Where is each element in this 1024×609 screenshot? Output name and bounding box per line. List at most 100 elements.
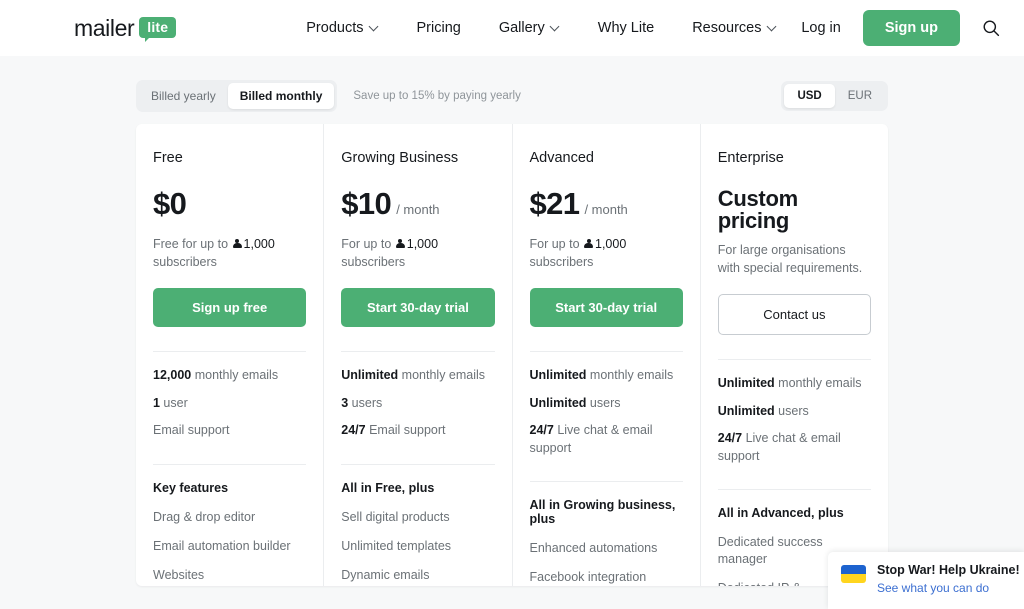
sub-suffix: subscribers	[529, 255, 594, 270]
search-icon[interactable]	[982, 19, 1000, 37]
plan-price-period: / month	[396, 202, 440, 217]
sub-prefix: Free for up to	[153, 237, 232, 251]
nav-item-why-lite[interactable]: Why Lite	[598, 20, 654, 36]
plan-price-row: $21 / month	[530, 188, 683, 226]
login-link[interactable]: Log in	[801, 20, 841, 36]
spec-strong: 1	[153, 395, 160, 410]
chevron-down-icon	[551, 22, 560, 31]
feature-item: Enhanced automations	[529, 541, 658, 556]
plan-price: Custom pricing	[717, 186, 798, 233]
spec-item: Unlimited monthly emails	[718, 375, 871, 393]
person-icon	[584, 239, 593, 249]
plan-price-row: $0	[153, 188, 306, 226]
sub-count: 1,000	[406, 237, 439, 251]
spec-strong: 12,000	[153, 368, 192, 383]
spec-item: 24/7 Live chat & email support	[530, 422, 683, 457]
plan-specs: Unlimited monthly emails Unlimited users…	[718, 360, 871, 465]
header-actions: Log in Sign up	[801, 10, 1000, 46]
ukraine-support-banner[interactable]: Stop War! Help Ukraine! See what you can…	[828, 552, 1024, 609]
feature-item: Email automation builder	[153, 538, 291, 553]
plan-features-heading: Key features	[153, 480, 229, 495]
currency-usd-option[interactable]: USD	[784, 84, 835, 108]
plan-name: Advanced	[529, 150, 595, 166]
spec-item: Unlimited monthly emails	[530, 367, 683, 385]
nav-item-resources[interactable]: Resources	[692, 20, 776, 36]
spec-strong: 24/7	[717, 431, 743, 446]
plan-price: $0	[153, 186, 187, 221]
spec-strong: Unlimited	[341, 368, 399, 383]
spec-item: Email support	[153, 422, 306, 440]
plan-cta-button[interactable]: Start 30-day trial	[529, 288, 683, 328]
plan-price-row: $10 / month	[341, 188, 494, 226]
nav-label: Products	[306, 20, 364, 36]
spec-strong: Unlimited	[717, 376, 775, 391]
spec-strong: Unlimited	[529, 395, 587, 410]
feature-item: Dynamic emails	[341, 567, 430, 582]
pricing-toolbar: Billed yearly Billed monthly Save up to …	[0, 56, 1024, 114]
signup-button[interactable]: Sign up	[862, 10, 960, 46]
plan-cta-button[interactable]: Start 30-day trial	[341, 288, 495, 328]
spec-rest: users	[586, 395, 621, 410]
plan-name: Enterprise	[717, 150, 784, 166]
plan-column-advanced: Advanced $21 / month For up to 1,000 sub…	[513, 124, 701, 586]
plan-cta-button[interactable]: Contact us	[717, 294, 871, 336]
plan-subscriber-note: Free for up to 1,000 subscribers	[153, 235, 306, 271]
plan-description: For large organisations with special req…	[717, 243, 863, 276]
spec-rest: monthly emails	[191, 368, 279, 383]
spec-item: Unlimited users	[530, 395, 683, 413]
person-icon	[232, 239, 242, 249]
spec-item: 3 users	[341, 395, 494, 413]
plan-column-growing-business: Growing Business $10 / month For up to 1…	[324, 124, 513, 586]
sub-suffix: subscribers	[341, 255, 406, 270]
billing-period-toggle: Billed yearly Billed monthly	[136, 80, 338, 112]
plan-features-heading: All in Growing business, plus	[529, 498, 676, 527]
logo-word: mailer	[74, 14, 135, 41]
spec-rest: Email support	[153, 423, 230, 438]
spec-strong: Unlimited	[717, 403, 775, 418]
nav-label: Resources	[692, 20, 762, 36]
spec-item: Unlimited monthly emails	[341, 367, 494, 385]
ukraine-flag-icon	[841, 565, 866, 584]
feature-item: Sell digital products	[341, 509, 450, 524]
currency-eur-option[interactable]: EUR	[835, 84, 885, 108]
feature-item: Drag & drop editor	[153, 509, 256, 524]
spec-rest: user	[159, 395, 188, 410]
spec-item: Unlimited users	[718, 403, 871, 421]
site-header: mailer lite Products Pricing Gallery Why…	[0, 0, 1024, 56]
feature-item: Unlimited templates	[341, 538, 452, 553]
spec-strong: 24/7	[529, 423, 554, 438]
logo-badge: lite	[139, 16, 177, 42]
sub-suffix: subscribers	[153, 255, 217, 270]
ukraine-banner-link[interactable]: See what you can do	[877, 580, 989, 596]
pricing-table: Free $0 Free for up to 1,000 subscribers…	[136, 124, 888, 586]
plan-features-heading: All in Free, plus	[341, 480, 435, 495]
billing-monthly-option[interactable]: Billed monthly	[227, 83, 335, 109]
ukraine-banner-text: Stop War! Help Ukraine! See what you can…	[877, 563, 1020, 597]
chevron-down-icon	[370, 22, 379, 31]
mailerlite-logo[interactable]: mailer lite	[74, 14, 177, 42]
spec-rest: monthly emails	[774, 376, 862, 391]
spec-item: 24/7 Email support	[341, 422, 494, 440]
billing-yearly-option[interactable]: Billed yearly	[139, 83, 228, 109]
nav-item-products[interactable]: Products	[306, 20, 378, 36]
nav-item-pricing[interactable]: Pricing	[417, 20, 461, 36]
nav-item-gallery[interactable]: Gallery	[499, 20, 560, 36]
plan-cta-button[interactable]: Sign up free	[153, 288, 307, 328]
chevron-down-icon	[768, 22, 777, 31]
plan-subscriber-note: For up to 1,000 subscribers	[530, 235, 683, 271]
plan-price: $10	[341, 186, 392, 221]
nav-label: Gallery	[498, 20, 545, 36]
currency-toggle: USD EUR	[781, 81, 888, 111]
plan-price: $21	[529, 186, 581, 221]
plan-specs: Unlimited monthly emails Unlimited users…	[530, 352, 683, 457]
yearly-savings-note: Save up to 15% by paying yearly	[353, 90, 521, 102]
nav-label: Why Lite	[597, 20, 655, 36]
sub-count: 1,000	[595, 237, 627, 251]
ukraine-banner-title: Stop War! Help Ukraine!	[877, 563, 1020, 578]
spec-rest: users	[774, 403, 809, 418]
sub-prefix: For up to	[529, 237, 583, 251]
spec-item: 1 user	[153, 395, 306, 413]
sub-prefix: For up to	[341, 237, 395, 251]
feature-item: Facebook integration	[529, 570, 647, 585]
spec-rest: Email support	[365, 423, 446, 438]
